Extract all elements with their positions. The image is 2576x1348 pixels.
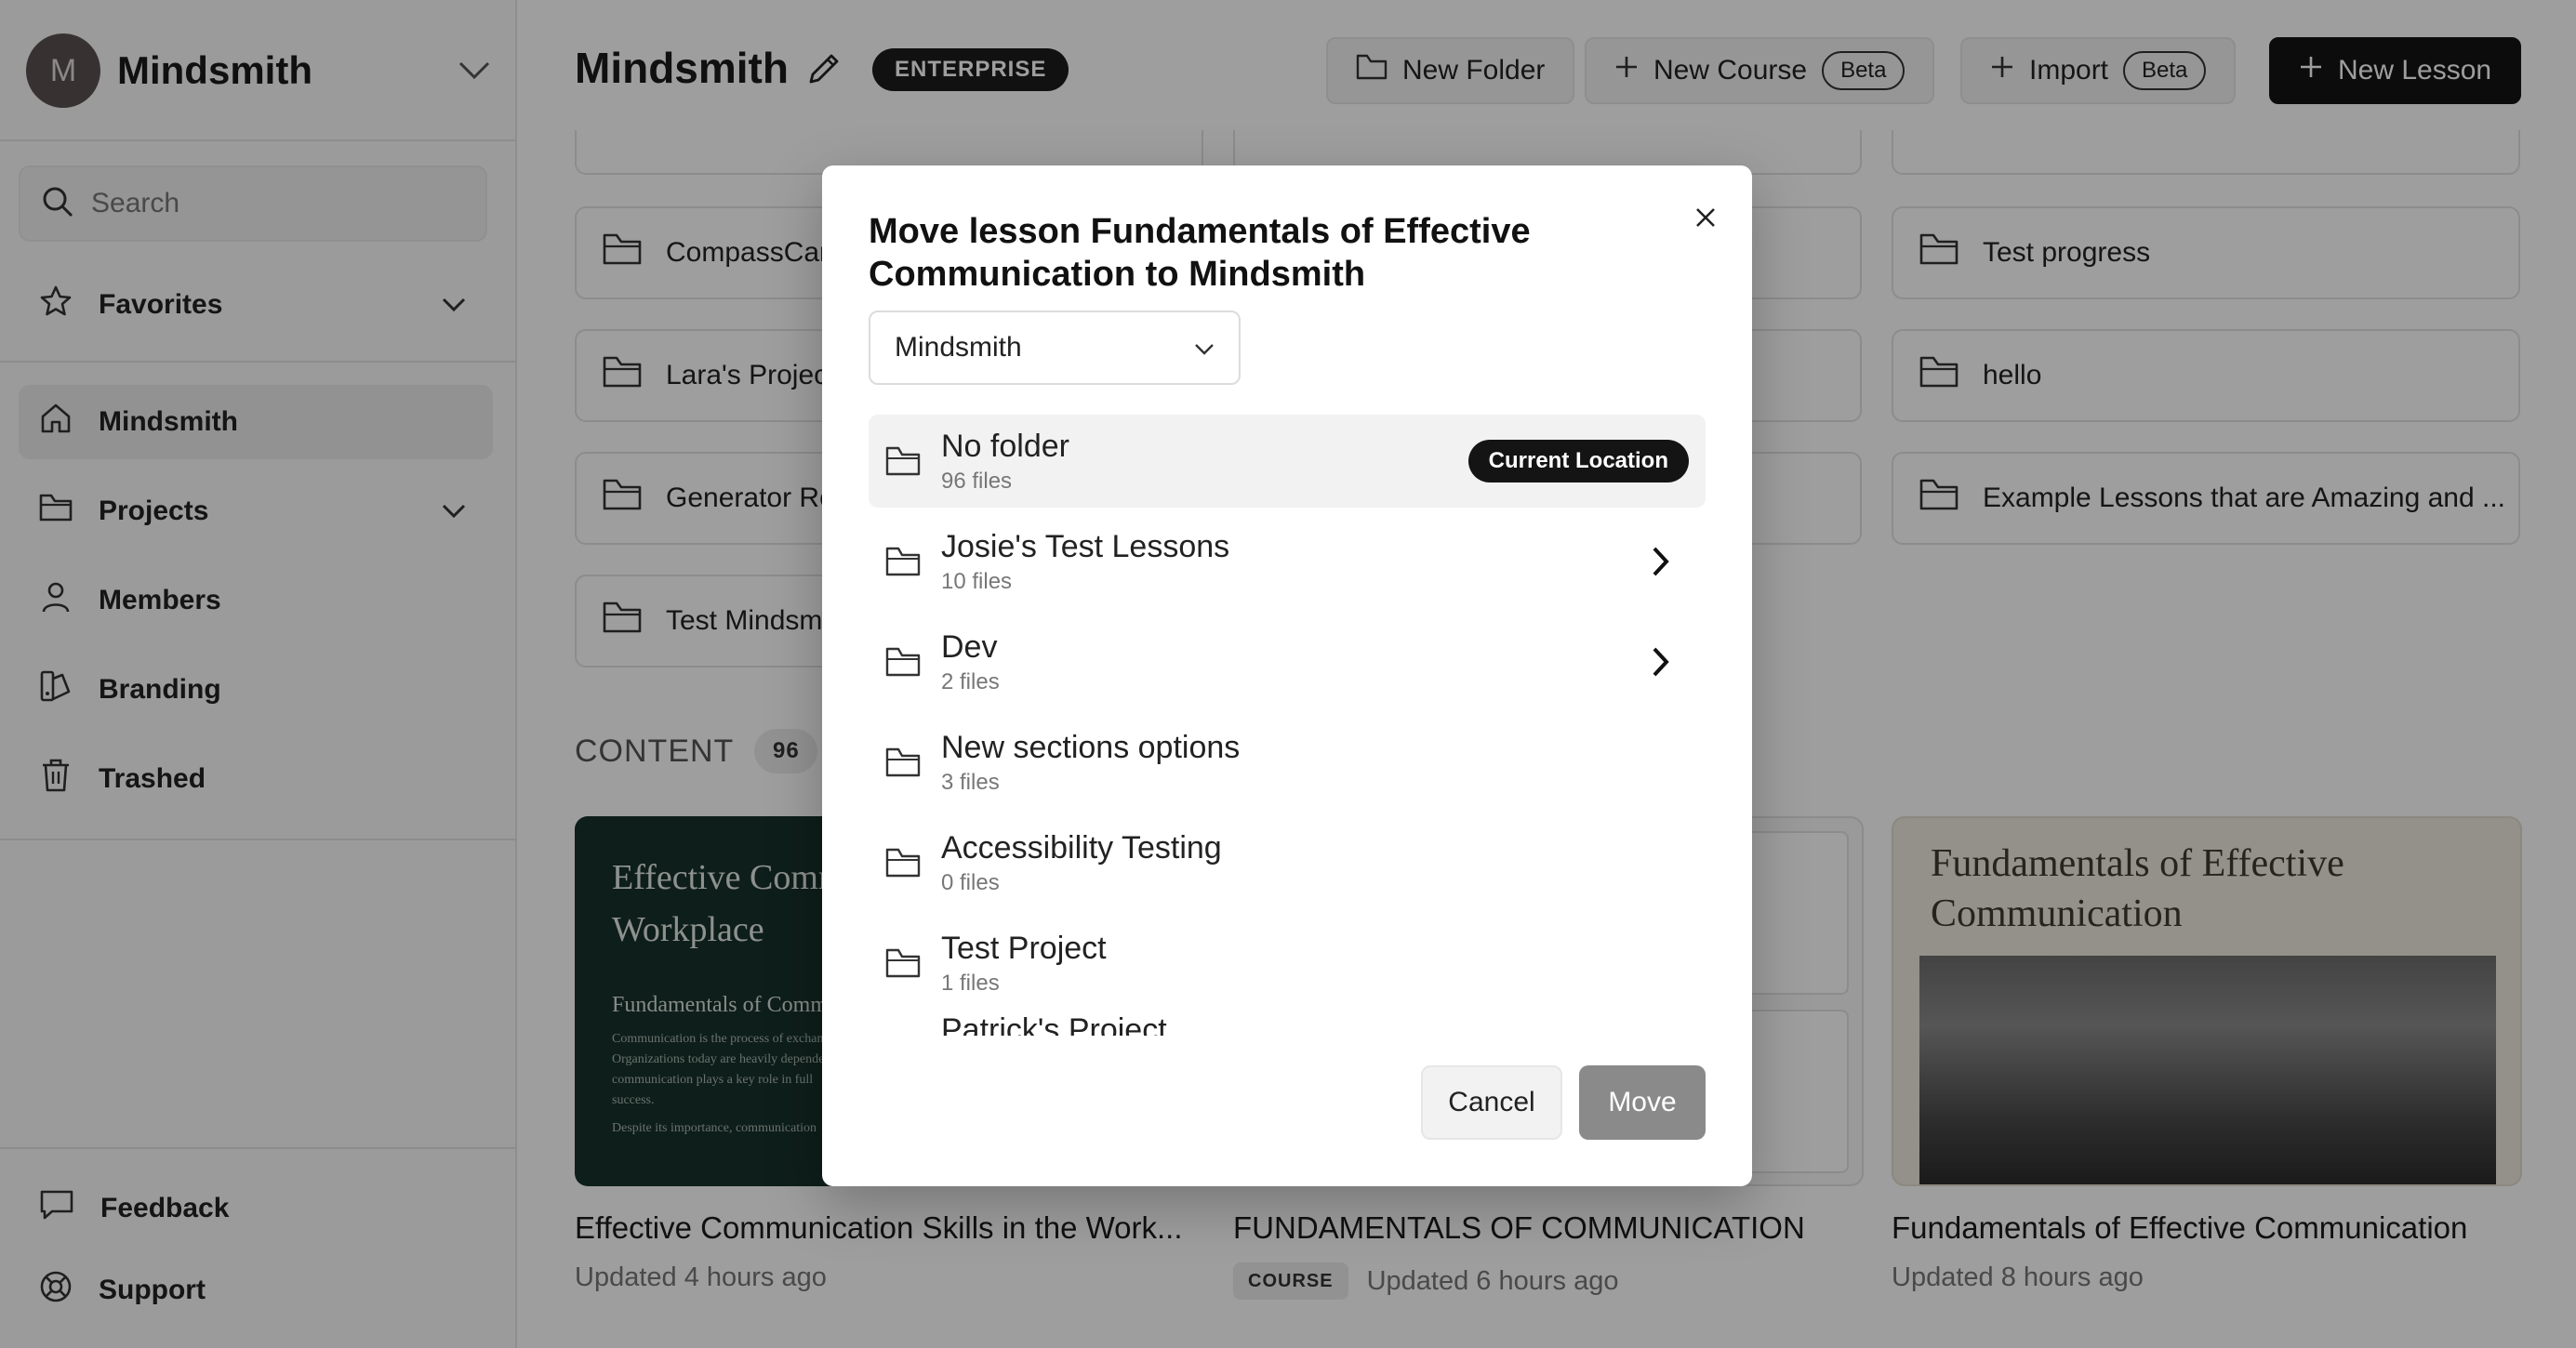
folder-name: New sections options [941,730,1241,765]
folder-name: Test Project [941,931,1107,966]
folder-list[interactable]: No folder 96 files Current Location Josi… [869,415,1706,1036]
workspace-select[interactable]: Mindsmith [869,311,1241,385]
chevron-right-icon[interactable] [1646,543,1674,580]
folder-name: Accessibility Testing [941,830,1222,866]
chevron-right-icon[interactable] [1646,643,1674,681]
folder-name: Dev [941,629,998,665]
folder-icon [885,546,921,577]
close-icon[interactable] [1687,199,1724,236]
folder-name: Josie's Test Lessons [941,529,1230,564]
folder-name: Patrick's Project [941,1012,1167,1036]
cancel-button[interactable]: Cancel [1421,1065,1562,1140]
folder-file-count: 10 files [941,569,1013,594]
folder-icon [885,847,921,879]
folder-icon [885,747,921,778]
folder-row-no-folder[interactable]: No folder 96 files Current Location [869,415,1706,508]
folder-file-count: 96 files [941,469,1013,494]
folder-file-count: 3 files [941,770,1000,795]
current-location-badge: Current Location [1467,440,1689,482]
chevron-down-icon [1194,332,1215,363]
dialog-title: Move lesson Fundamentals of Effective Co… [869,212,1531,294]
folder-row[interactable]: Test Project 1 files [869,917,1706,1010]
folder-name: No folder [941,429,1069,464]
folder-file-count: 0 files [941,870,1000,895]
folder-icon [885,646,921,678]
folder-icon [885,947,921,979]
folder-row[interactable]: Dev 2 files [869,615,1706,708]
move-button[interactable]: Move [1579,1065,1706,1140]
move-lesson-dialog: Move lesson Fundamentals of Effective Co… [822,165,1752,1186]
folder-file-count: 2 files [941,669,1000,694]
folder-row[interactable]: Patrick's Project [869,1010,1706,1036]
folder-file-count: 1 files [941,971,1000,996]
folder-row[interactable]: New sections options 3 files [869,716,1706,809]
folder-icon [885,445,921,477]
folder-row[interactable]: Accessibility Testing 0 files [869,816,1706,909]
select-value: Mindsmith [895,332,1022,363]
folder-row[interactable]: Josie's Test Lessons 10 files [869,515,1706,608]
